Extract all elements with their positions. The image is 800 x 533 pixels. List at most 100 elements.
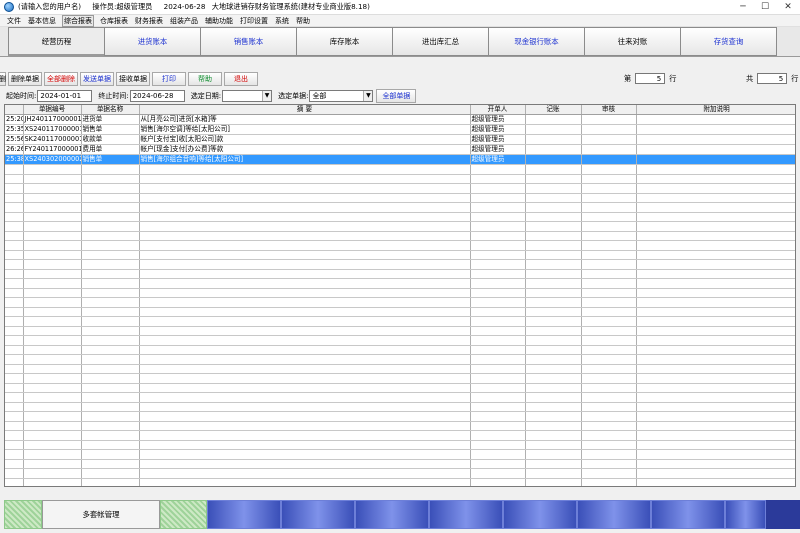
documents-grid[interactable]: 单据编号 单据名称 摘 要 开单人 记账 审核 附加说明 25:20 JH240… [4,104,796,487]
table-row[interactable]: 25:20 JH240117000001 进货单 从[月亮公司]进货[水箱]等 … [5,114,795,125]
menu-file[interactable]: 文件 [6,16,22,26]
empty-table-row[interactable] [5,364,795,374]
menu-print-settings[interactable]: 打印设置 [239,16,269,26]
empty-table-row[interactable] [5,250,795,260]
empty-cell [81,231,140,241]
cut-button[interactable]: 删 [0,71,6,86]
header-creator[interactable]: 开单人 [470,105,526,115]
empty-table-row[interactable] [5,449,795,460]
empty-table-row[interactable] [5,259,795,270]
menu-warehouse-reports[interactable]: 仓库报表 [99,16,129,26]
empty-table-row[interactable] [5,402,795,412]
empty-table-row[interactable] [5,193,795,203]
minimize-icon[interactable]: ─ [732,0,754,14]
send-document-button[interactable]: 发送单据 [80,71,114,86]
header-audited[interactable]: 审核 [581,105,637,115]
tab-cash-bank-ledger[interactable]: 现金银行账本 [488,27,585,56]
selected-date-dropdown[interactable]: ▼ [222,89,273,102]
empty-table-row[interactable] [5,421,795,431]
tab-stock-query[interactable]: 存货查询 [680,27,777,56]
bottom-tab[interactable] [651,500,725,529]
delete-all-button[interactable]: 全部删除 [44,71,78,86]
menu-help[interactable]: 帮助 [295,16,311,26]
empty-table-row[interactable] [5,430,795,441]
table-row-selected[interactable]: 25:38 XS240302000002 销售单 销售[海尔组合音响]等给[太阳… [5,154,795,165]
empty-cell [636,364,795,374]
multi-account-tab[interactable]: 多套帐管理 [42,500,160,529]
tab-account-reconcile[interactable]: 往来对账 [584,27,681,56]
empty-table-row[interactable] [5,278,795,289]
tab-business-history[interactable]: 经营历程 [8,27,105,56]
empty-table-row[interactable] [5,221,795,232]
header-summary[interactable]: 摘 要 [139,105,471,115]
empty-cell [139,440,471,450]
empty-table-row[interactable] [5,212,795,222]
all-documents-button[interactable]: 全部单据 [376,88,417,103]
menu-basic-info[interactable]: 基本信息 [27,16,57,26]
chevron-down-icon[interactable]: ▼ [262,90,272,101]
maximize-icon[interactable]: ☐ [754,0,776,14]
empty-table-row[interactable] [5,373,795,384]
bottom-tab[interactable] [577,500,651,529]
empty-table-row[interactable] [5,392,795,403]
tab-inventory-ledger[interactable]: 库存账本 [296,27,393,56]
tab-purchase-ledger[interactable]: 进货账本 [104,27,201,56]
menu-system[interactable]: 系统 [274,16,290,26]
receive-document-button[interactable]: 接收单据 [116,71,150,86]
empty-table-row[interactable] [5,174,795,184]
empty-table-row[interactable] [5,316,795,327]
empty-table-row[interactable] [5,411,795,422]
empty-table-row[interactable] [5,269,795,279]
empty-table-row[interactable] [5,335,795,346]
empty-table-row[interactable] [5,459,795,469]
chevron-down-icon[interactable]: ▼ [363,90,373,101]
header-posted[interactable]: 记账 [525,105,582,115]
empty-cell [81,478,140,486]
empty-table-row[interactable] [5,326,795,336]
empty-table-row[interactable] [5,354,795,365]
exit-button[interactable]: 退出 [224,71,258,86]
menu-assembly[interactable]: 组装产品 [169,16,199,26]
table-row[interactable]: 25:56 SK240117000001 收款单 帐户[支付宝]收[太阳公司]款… [5,134,795,145]
bottom-tab[interactable] [725,500,766,529]
document-type-dropdown[interactable]: 全部 ▼ [309,89,374,102]
header-doc-number[interactable]: 单据编号 [23,105,82,115]
empty-table-row[interactable] [5,478,795,486]
print-button[interactable]: 打印 [152,71,186,86]
table-row[interactable]: 26:26 FY240117000001 费用单 帐户[现金]支付[办公费]等款… [5,144,795,155]
empty-table-row[interactable] [5,297,795,308]
empty-table-row[interactable] [5,231,795,241]
tab-sales-ledger[interactable]: 销售账本 [200,27,297,56]
cell-summary: 帐户[支付宝]收[太阳公司]款 [139,134,471,145]
menu-reports[interactable]: 综合报表 [62,14,94,27]
empty-table-row[interactable] [5,383,795,393]
delete-document-button[interactable]: 删除单据 [8,71,42,86]
menu-tools[interactable]: 辅助功能 [204,16,234,26]
empty-table-row[interactable] [5,345,795,355]
empty-table-row[interactable] [5,307,795,317]
empty-table-row[interactable] [5,202,795,213]
empty-table-row[interactable] [5,183,795,194]
empty-cell [581,212,637,222]
help-button[interactable]: 帮助 [188,71,222,86]
bottom-tab[interactable] [503,500,577,529]
tab-inout-summary[interactable]: 进出库汇总 [392,27,489,56]
end-date-field[interactable]: 2024-06-28 [129,89,185,102]
empty-table-row[interactable] [5,164,795,175]
bottom-tab[interactable] [207,500,281,529]
menu-finance-reports[interactable]: 财务报表 [134,16,164,26]
bottom-tab[interactable] [429,500,503,529]
table-row[interactable]: 25:35 XS240117000001 销售单 销售[海尔空调]等给[太阳公司… [5,124,795,135]
start-date-field[interactable]: 2024-01-01 [37,89,93,102]
empty-table-row[interactable] [5,288,795,298]
current-row-field[interactable]: 5 [635,73,666,84]
header-time[interactable] [5,105,24,115]
header-notes[interactable]: 附加说明 [636,105,795,115]
empty-table-row[interactable] [5,240,795,251]
empty-table-row[interactable] [5,468,795,479]
close-icon[interactable]: ✕ [776,0,800,14]
bottom-tab[interactable] [281,500,355,529]
empty-table-row[interactable] [5,440,795,450]
header-doc-name[interactable]: 单据名称 [81,105,140,115]
bottom-tab[interactable] [355,500,429,529]
